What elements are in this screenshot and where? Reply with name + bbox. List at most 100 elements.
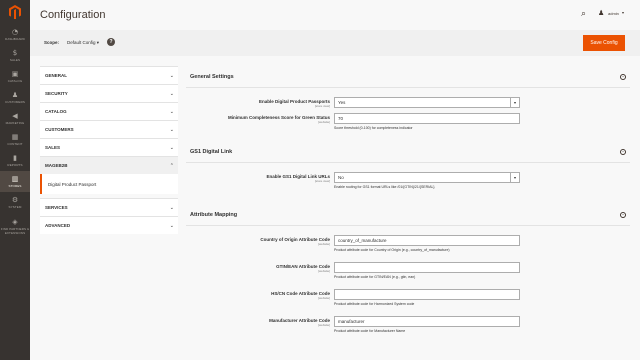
nav-item-find[interactable]: ◈ FIND PARTNERS & EXTENSIONS [0, 213, 30, 239]
field-select[interactable]: No ▾ [334, 172, 520, 183]
nav-item-dashboard[interactable]: ◔ DASHBOARD [0, 24, 30, 45]
chevron-down-icon: ⌄ [169, 222, 174, 229]
tab-sales[interactable]: SALES ⌄ [40, 138, 178, 156]
tab-advanced[interactable]: ADVANCED ⌄ [40, 216, 178, 234]
scope-bar: Scope: Default Config ▾ ? Save Config [30, 30, 640, 56]
field-label: Minimum Completeness Score for Green Sta… [227, 115, 330, 120]
chevron-down-icon[interactable]: ▾ [622, 10, 624, 15]
nav-item-label: FIND PARTNERS & EXTENSIONS [0, 226, 30, 235]
nav-item-content[interactable]: ▦ CONTENT [0, 129, 30, 150]
tab-catalog[interactable]: CATALOG ⌄ [40, 102, 178, 120]
field-input[interactable]: manufacturer [334, 316, 520, 327]
user-icon[interactable]: ♟ [598, 9, 604, 17]
dollar-icon: $ [12, 49, 18, 57]
field-row: Enable GS1 Digital Link URLs [store view]… [186, 172, 630, 200]
field-row: GTIN/EAN Attribute Code [website] Product … [186, 262, 630, 289]
tab-security[interactable]: SECURITY ⌄ [40, 84, 178, 102]
magento-logo[interactable] [0, 0, 30, 24]
field-scope: [website] [318, 120, 330, 124]
field-scope: [website] [318, 242, 330, 246]
chevron-down-icon: ▾ [96, 40, 100, 45]
nav-item-label: SYSTEM [8, 205, 22, 209]
section-title: General Settings [190, 73, 234, 80]
field-note: Product attribute code for Manufacturer … [334, 329, 406, 333]
field-scope: [website] [318, 269, 330, 273]
tab-services[interactable]: SERVICES ⌄ [40, 198, 178, 216]
nav-item-label: CUSTOMERS [4, 100, 25, 104]
field-value: country_of_manufacture [338, 238, 387, 243]
megaphone-icon: ◀ [12, 112, 18, 120]
collapse-icon[interactable]: ⌃ [620, 148, 626, 155]
nav-item-system[interactable]: ⚙ SYSTEM [0, 192, 30, 213]
field-input[interactable]: 70 [334, 113, 520, 124]
field-note: Score threshold (0-100) for completeness… [334, 126, 413, 130]
field-row: Country of Origin Attribute Code [website… [186, 235, 630, 262]
section-header[interactable]: GS1 Digital Link ⌃ [186, 141, 630, 163]
page-header: Configuration ⌕ ♟ admin ▾ [30, 0, 640, 30]
section-header[interactable]: General Settings ⌃ [186, 66, 630, 88]
tab-label: SALES [45, 145, 61, 150]
scope-value: Default Config [67, 40, 96, 45]
section-title: Attribute Mapping [190, 211, 238, 218]
collapse-icon[interactable]: ⌃ [620, 211, 626, 218]
chevron-down-icon: ⌄ [169, 72, 174, 79]
layout-icon: ▦ [11, 133, 19, 141]
tab-mageb2b[interactable]: MAGEB2B ⌃ [40, 156, 178, 174]
nav-item-label: STORES [8, 184, 22, 188]
nav-item-stores[interactable]: ▥ STORES [0, 171, 30, 192]
nav-item-customers[interactable]: ♟ CUSTOMERS [0, 87, 30, 108]
section-body: Enable GS1 Digital Link URLs [store view]… [186, 163, 630, 204]
save-config-button[interactable]: Save Config [583, 35, 625, 51]
speedometer-icon: ◔ [11, 28, 19, 36]
field-value: manufacturer [338, 319, 365, 324]
field-row: Minimum Completeness Score for Green Sta… [186, 113, 630, 137]
field-note: Product attribute code for GTIN/EAN (e.g… [334, 275, 416, 279]
nav-item-label: MARKETING [5, 121, 25, 125]
tab-label: MAGEB2B [45, 163, 68, 168]
nav-item-label: REPORTS [7, 163, 23, 167]
tab-customers[interactable]: CUSTOMERS ⌄ [40, 120, 178, 138]
tab-label: CATALOG [45, 109, 67, 114]
config-form: General Settings ⌃ Enable Digital Product … [186, 66, 630, 347]
field-row: Manufacturer Attribute Code [website] manu… [186, 316, 630, 343]
field-input[interactable] [334, 289, 520, 300]
section-header[interactable]: Attribute Mapping ⌃ [186, 204, 630, 226]
field-input[interactable] [334, 262, 520, 273]
nav-item-marketing[interactable]: ◀ MARKETING [0, 108, 30, 129]
tab-label: GENERAL [45, 73, 68, 78]
field-row: HS/CN Code Attribute Code [website] Produc… [186, 289, 630, 316]
nav-item-label: SALES [9, 58, 21, 62]
field-scope: [website] [318, 296, 330, 300]
nav-item-label: CATALOG [7, 79, 23, 83]
collapse-icon[interactable]: ⌃ [620, 73, 626, 80]
help-icon[interactable]: ? [107, 38, 115, 46]
field-scope: [store view] [314, 179, 330, 183]
chevron-down-icon: ⌄ [169, 90, 174, 97]
page-title: Configuration [40, 9, 106, 21]
admin-nav: ◔ DASHBOARD $ SALES ▣ CATALOG ♟ CUSTOMERS ◀ MARKE… [0, 0, 30, 360]
scope-switcher[interactable]: Default Config ▾ [67, 40, 99, 46]
tab-label: ADVANCED [45, 223, 71, 228]
chevron-down-icon: ⌄ [169, 126, 174, 133]
field-scope: [website] [318, 323, 330, 327]
field-note: Enable routing for GS1 format URLs like … [334, 185, 435, 189]
nav-item-catalog[interactable]: ▣ CATALOG [0, 66, 30, 87]
field-row: Enable Digital Product Passports [store v… [186, 97, 630, 113]
person-icon: ♟ [11, 91, 19, 99]
search-icon[interactable]: ⌕ [581, 9, 586, 19]
user-name[interactable]: admin [608, 11, 619, 16]
subtab-digital-product-passport[interactable]: Digital Product Passport [40, 174, 178, 194]
chevron-down-icon: ⌄ [169, 108, 174, 115]
nav-item-reports[interactable]: ▮ REPORTS [0, 150, 30, 171]
nav-item-label: DASHBOARD [5, 37, 25, 41]
field-scope: [store view] [314, 104, 330, 108]
cube-icon: ▣ [11, 70, 19, 78]
field-input[interactable]: country_of_manufacture [334, 235, 520, 246]
nav-item-label: CONTENT [7, 142, 23, 146]
field-select[interactable]: Yes ▾ [334, 97, 520, 108]
tab-general[interactable]: GENERAL ⌄ [40, 66, 178, 84]
chevron-up-icon: ⌃ [169, 162, 174, 169]
nav-item-sales[interactable]: $ SALES [0, 45, 30, 66]
tab-label: SERVICES [45, 205, 68, 210]
chevron-down-icon: ▾ [510, 173, 519, 182]
